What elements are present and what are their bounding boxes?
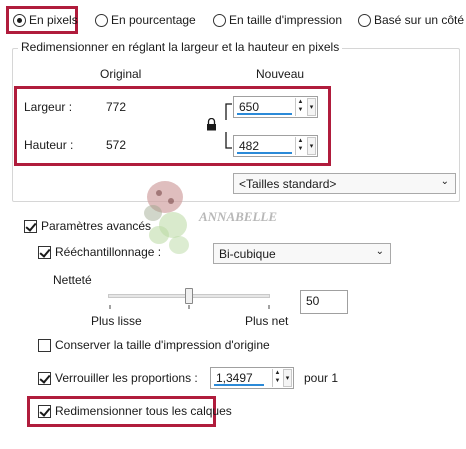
- keep-print-size-checkbox[interactable]: [38, 339, 51, 352]
- column-new-header: Nouveau: [256, 67, 305, 81]
- width-spin-arrows[interactable]: ▲ ▼: [295, 98, 305, 116]
- lock-icon[interactable]: [206, 118, 217, 131]
- ratio-dropdown-arrow[interactable]: ▾: [283, 369, 292, 387]
- width-new-underline: [237, 113, 292, 115]
- sharpness-label: Netteté: [53, 273, 92, 287]
- radio-en-taille-impression[interactable]: En taille d'impression: [213, 13, 342, 27]
- radio-en-pourcentage[interactable]: En pourcentage: [95, 13, 196, 27]
- radio-dot[interactable]: [213, 13, 226, 27]
- width-label: Largeur :: [24, 100, 73, 114]
- ratio-suffix: pour 1: [304, 371, 339, 385]
- height-label: Hauteur :: [24, 138, 74, 152]
- advanced-settings-label: Paramètres avancés: [41, 219, 152, 233]
- ratio-underline: [214, 384, 264, 386]
- height-original-value: 572: [106, 138, 127, 152]
- radio-dot[interactable]: [95, 13, 108, 27]
- sharpness-slider-thumb[interactable]: [185, 288, 193, 304]
- radio-dot[interactable]: [13, 13, 26, 27]
- lock-bracket: [225, 103, 232, 149]
- lock-ratio-label: Verrouiller les proportions :: [55, 371, 198, 385]
- height-new-underline: [237, 152, 292, 154]
- keep-print-size-label: Conserver la taille d'impression d'origi…: [55, 338, 270, 352]
- radio-label: En pixels: [29, 13, 78, 27]
- radio-en-pixels[interactable]: En pixels: [13, 13, 78, 27]
- watermark-text: ANNABELLE: [198, 209, 277, 224]
- lock-ratio-checkbox[interactable]: [38, 372, 51, 385]
- resample-method-value: Bi-cubique: [219, 247, 276, 261]
- radio-label: Basé sur un côté: [374, 13, 465, 27]
- slider-min-label: Plus lisse: [91, 314, 142, 328]
- radio-dot[interactable]: [358, 13, 371, 27]
- radio-label: En pourcentage: [111, 13, 196, 27]
- height-dropdown-arrow[interactable]: ▾: [307, 137, 316, 155]
- chevron-down-icon[interactable]: ⌄: [376, 246, 384, 257]
- slider-max-label: Plus net: [245, 314, 289, 328]
- width-dropdown-arrow[interactable]: ▾: [307, 98, 316, 116]
- height-spin-arrows[interactable]: ▲ ▼: [295, 137, 305, 155]
- height-new-value[interactable]: 482: [239, 139, 259, 153]
- ratio-value[interactable]: 1,3497: [216, 371, 253, 385]
- advanced-settings-checkbox[interactable]: [24, 220, 37, 233]
- width-original-value: 772: [106, 100, 127, 114]
- ratio-input[interactable]: 1,3497 ▲ ▼ ▾: [210, 367, 294, 389]
- resample-checkbox[interactable]: [38, 246, 51, 259]
- column-original-header: Original: [100, 67, 142, 81]
- resize-all-layers-label: Redimensionner tous les calques: [55, 404, 232, 418]
- sharpness-value[interactable]: 50: [306, 294, 319, 308]
- radio-base-sur-un-cote[interactable]: Basé sur un côté: [358, 13, 464, 27]
- chevron-down-icon[interactable]: ⌄: [441, 176, 449, 187]
- dimensions-group-title: Redimensionner en réglant la largeur et …: [18, 40, 343, 54]
- width-new-value[interactable]: 650: [239, 100, 259, 114]
- resample-method-select[interactable]: Bi-cubique ⌄: [213, 243, 391, 264]
- ratio-spin-arrows[interactable]: ▲ ▼: [272, 369, 282, 387]
- resize-all-layers-checkbox[interactable]: [38, 405, 51, 418]
- resample-label: Rééchantillonnage :: [55, 245, 162, 259]
- slider-ticks: [109, 305, 270, 309]
- width-new-input[interactable]: 650 ▲ ▼ ▾: [233, 96, 318, 118]
- radio-label: En taille d'impression: [229, 13, 343, 27]
- sharpness-input[interactable]: 50: [300, 290, 348, 314]
- height-new-input[interactable]: 482 ▲ ▼ ▾: [233, 135, 318, 157]
